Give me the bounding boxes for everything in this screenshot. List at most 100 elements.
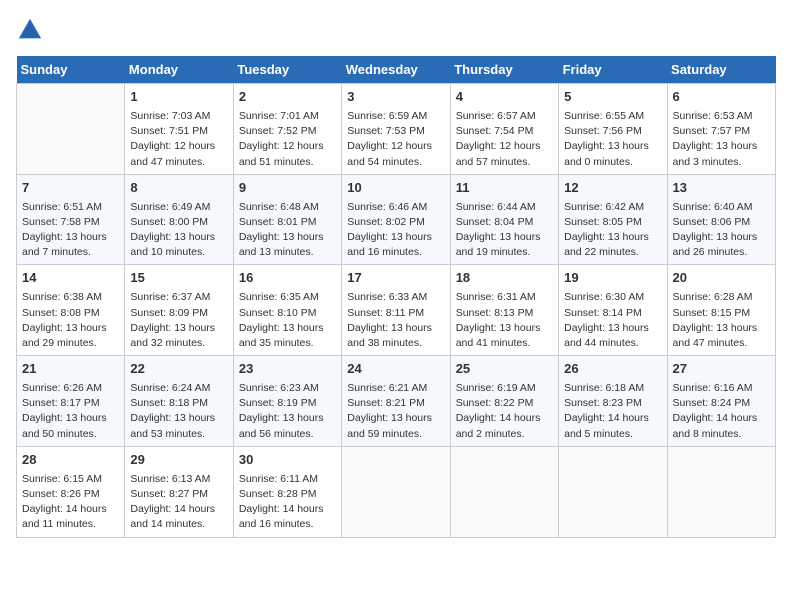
calendar-cell: 3 Sunrise: 6:59 AMSunset: 7:53 PMDaylight… (342, 84, 450, 175)
calendar-cell: 7Sunrise: 6:51 AMSunset: 7:58 PMDaylight… (17, 174, 125, 265)
day-number: 11 (456, 179, 553, 198)
calendar-cell: 9 Sunrise: 6:48 AMSunset: 8:01 PMDaylight… (233, 174, 341, 265)
calendar-cell: 4 Sunrise: 6:57 AMSunset: 7:54 PMDaylight… (450, 84, 558, 175)
day-number: 27 (673, 360, 770, 379)
calendar-week-1: 1 Sunrise: 7:03 AMSunset: 7:51 PMDaylight… (17, 84, 776, 175)
calendar-cell: 21 Sunrise: 6:26 AMSunset: 8:17 PMDayligh… (17, 356, 125, 447)
calendar-cell: 17 Sunrise: 6:33 AMSunset: 8:11 PMDayligh… (342, 265, 450, 356)
calendar-cell: 18 Sunrise: 6:31 AMSunset: 8:13 PMDayligh… (450, 265, 558, 356)
day-number: 13 (673, 179, 770, 198)
day-info: Sunrise: 6:49 AMSunset: 8:00 PMDaylight:… (130, 200, 227, 261)
day-number: 1 (130, 88, 227, 107)
day-info: Sunrise: 6:40 AMSunset: 8:06 PMDaylight:… (673, 200, 770, 261)
logo-icon (16, 16, 44, 44)
calendar-cell: 16 Sunrise: 6:35 AMSunset: 8:10 PMDayligh… (233, 265, 341, 356)
calendar-cell: 25 Sunrise: 6:19 AMSunset: 8:22 PMDayligh… (450, 356, 558, 447)
calendar-cell: 28 Sunrise: 6:15 AMSunset: 8:26 PMDayligh… (17, 446, 125, 537)
day-number: 14 (22, 269, 119, 288)
day-number: 6 (673, 88, 770, 107)
calendar-week-5: 28 Sunrise: 6:15 AMSunset: 8:26 PMDayligh… (17, 446, 776, 537)
column-header-saturday: Saturday (667, 56, 775, 84)
day-number: 18 (456, 269, 553, 288)
day-number: 29 (130, 451, 227, 470)
day-info: Sunrise: 6:31 AMSunset: 8:13 PMDaylight:… (456, 290, 553, 351)
day-number: 21 (22, 360, 119, 379)
day-number: 10 (347, 179, 444, 198)
calendar-header-row: SundayMondayTuesdayWednesdayThursdayFrid… (17, 56, 776, 84)
calendar-cell: 23 Sunrise: 6:23 AMSunset: 8:19 PMDayligh… (233, 356, 341, 447)
day-info: Sunrise: 6:38 AMSunset: 8:08 PMDaylight:… (22, 290, 119, 351)
day-info: Sunrise: 6:30 AMSunset: 8:14 PMDaylight:… (564, 290, 661, 351)
day-info: Sunrise: 6:19 AMSunset: 8:22 PMDaylight:… (456, 381, 553, 442)
calendar-cell: 2 Sunrise: 7:01 AMSunset: 7:52 PMDaylight… (233, 84, 341, 175)
calendar-cell: 11 Sunrise: 6:44 AMSunset: 8:04 PMDayligh… (450, 174, 558, 265)
day-info: Sunrise: 6:13 AMSunset: 8:27 PMDaylight:… (130, 472, 227, 533)
day-number: 9 (239, 179, 336, 198)
day-info: Sunrise: 6:48 AMSunset: 8:01 PMDaylight:… (239, 200, 336, 261)
column-header-thursday: Thursday (450, 56, 558, 84)
calendar-cell: 24Sunrise: 6:21 AMSunset: 8:21 PMDayligh… (342, 356, 450, 447)
day-info: Sunrise: 6:15 AMSunset: 8:26 PMDaylight:… (22, 472, 119, 533)
day-info: Sunrise: 6:28 AMSunset: 8:15 PMDaylight:… (673, 290, 770, 351)
day-info: Sunrise: 6:51 AMSunset: 7:58 PMDaylight:… (22, 200, 119, 261)
day-info: Sunrise: 6:44 AMSunset: 8:04 PMDaylight:… (456, 200, 553, 261)
calendar-cell: 5 Sunrise: 6:55 AMSunset: 7:56 PMDaylight… (559, 84, 667, 175)
day-info: Sunrise: 6:23 AMSunset: 8:19 PMDaylight:… (239, 381, 336, 442)
day-number: 22 (130, 360, 227, 379)
day-number: 19 (564, 269, 661, 288)
day-info: Sunrise: 7:01 AMSunset: 7:52 PMDaylight:… (239, 109, 336, 170)
day-number: 2 (239, 88, 336, 107)
calendar-cell: 10 Sunrise: 6:46 AMSunset: 8:02 PMDayligh… (342, 174, 450, 265)
day-info: Sunrise: 6:57 AMSunset: 7:54 PMDaylight:… (456, 109, 553, 170)
calendar-cell: 27 Sunrise: 6:16 AMSunset: 8:24 PMDayligh… (667, 356, 775, 447)
day-info: Sunrise: 6:35 AMSunset: 8:10 PMDaylight:… (239, 290, 336, 351)
calendar-table: SundayMondayTuesdayWednesdayThursdayFrid… (16, 56, 776, 538)
calendar-week-3: 14 Sunrise: 6:38 AMSunset: 8:08 PMDayligh… (17, 265, 776, 356)
day-info: Sunrise: 6:16 AMSunset: 8:24 PMDaylight:… (673, 381, 770, 442)
day-number: 3 (347, 88, 444, 107)
day-number: 12 (564, 179, 661, 198)
day-number: 30 (239, 451, 336, 470)
calendar-cell: 8Sunrise: 6:49 AMSunset: 8:00 PMDaylight… (125, 174, 233, 265)
calendar-cell: 15 Sunrise: 6:37 AMSunset: 8:09 PMDayligh… (125, 265, 233, 356)
day-info: Sunrise: 6:24 AMSunset: 8:18 PMDaylight:… (130, 381, 227, 442)
day-number: 26 (564, 360, 661, 379)
column-header-monday: Monday (125, 56, 233, 84)
calendar-cell (342, 446, 450, 537)
day-info: Sunrise: 7:03 AMSunset: 7:51 PMDaylight:… (130, 109, 227, 170)
calendar-cell (17, 84, 125, 175)
day-info: Sunrise: 6:26 AMSunset: 8:17 PMDaylight:… (22, 381, 119, 442)
day-info: Sunrise: 6:11 AMSunset: 8:28 PMDaylight:… (239, 472, 336, 533)
calendar-cell: 22 Sunrise: 6:24 AMSunset: 8:18 PMDayligh… (125, 356, 233, 447)
day-info: Sunrise: 6:59 AMSunset: 7:53 PMDaylight:… (347, 109, 444, 170)
column-header-wednesday: Wednesday (342, 56, 450, 84)
day-number: 4 (456, 88, 553, 107)
column-header-friday: Friday (559, 56, 667, 84)
calendar-cell (450, 446, 558, 537)
calendar-cell (559, 446, 667, 537)
day-number: 17 (347, 269, 444, 288)
day-info: Sunrise: 6:33 AMSunset: 8:11 PMDaylight:… (347, 290, 444, 351)
day-number: 25 (456, 360, 553, 379)
day-info: Sunrise: 6:53 AMSunset: 7:57 PMDaylight:… (673, 109, 770, 170)
day-number: 5 (564, 88, 661, 107)
calendar-cell: 29 Sunrise: 6:13 AMSunset: 8:27 PMDayligh… (125, 446, 233, 537)
calendar-cell: 26Sunrise: 6:18 AMSunset: 8:23 PMDayligh… (559, 356, 667, 447)
calendar-cell: 6 Sunrise: 6:53 AMSunset: 7:57 PMDaylight… (667, 84, 775, 175)
column-header-tuesday: Tuesday (233, 56, 341, 84)
calendar-cell: 14 Sunrise: 6:38 AMSunset: 8:08 PMDayligh… (17, 265, 125, 356)
day-info: Sunrise: 6:46 AMSunset: 8:02 PMDaylight:… (347, 200, 444, 261)
calendar-cell: 12Sunrise: 6:42 AMSunset: 8:05 PMDayligh… (559, 174, 667, 265)
logo (16, 16, 48, 44)
calendar-cell: 13 Sunrise: 6:40 AMSunset: 8:06 PMDayligh… (667, 174, 775, 265)
day-number: 23 (239, 360, 336, 379)
day-number: 15 (130, 269, 227, 288)
day-info: Sunrise: 6:55 AMSunset: 7:56 PMDaylight:… (564, 109, 661, 170)
day-info: Sunrise: 6:21 AMSunset: 8:21 PMDaylight:… (347, 381, 444, 442)
page-header (16, 16, 776, 44)
day-number: 16 (239, 269, 336, 288)
day-number: 28 (22, 451, 119, 470)
day-info: Sunrise: 6:37 AMSunset: 8:09 PMDaylight:… (130, 290, 227, 351)
calendar-week-4: 21 Sunrise: 6:26 AMSunset: 8:17 PMDayligh… (17, 356, 776, 447)
calendar-cell (667, 446, 775, 537)
